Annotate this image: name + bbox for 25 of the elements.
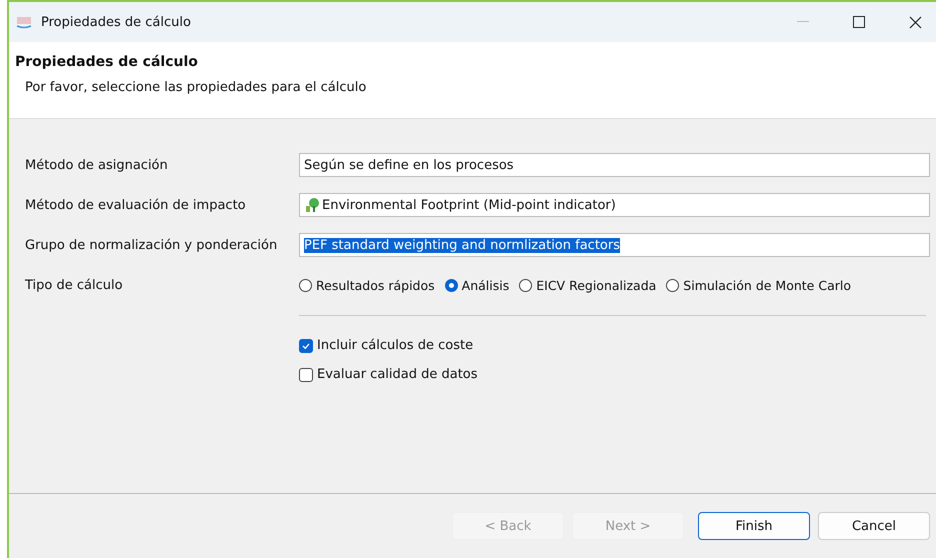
- field-value: PEF standard weighting and normlization factors: [304, 238, 620, 252]
- dialog-button[interactable]: Cancel: [818, 512, 930, 540]
- input-field[interactable]: Según se define en los procesos: [299, 153, 930, 177]
- input-field[interactable]: Environmental Footprint (Mid-point indicator): [299, 193, 930, 217]
- field-value: Según se define en los procesos: [304, 158, 514, 172]
- field-label: Método de evaluación de impacto: [25, 198, 247, 212]
- field-label: Tipo de cálculo: [25, 278, 124, 292]
- window-title: Propiedades de cálculo: [41, 14, 191, 30]
- tree-icon: [304, 197, 320, 213]
- checkbox-option[interactable]: Evaluar calidad de datos: [299, 367, 926, 382]
- field-label: Grupo de normalización y ponderación: [25, 238, 278, 252]
- input-field[interactable]: PEF standard weighting and normlization factors: [299, 233, 930, 257]
- radio-option[interactable]: Análisis: [444, 278, 510, 292]
- app-logo-icon: [15, 15, 33, 29]
- maximize-icon[interactable]: [853, 16, 865, 28]
- page-description: Por favor, seleccione las propiedades para el cálculo: [25, 80, 368, 95]
- radio-option[interactable]: Resultados rápidos: [299, 278, 435, 292]
- radio-option[interactable]: Simulación de Monte Carlo: [666, 278, 851, 292]
- field-label: Método de asignación: [25, 158, 169, 172]
- page-title: Propiedades de cálculo: [15, 54, 199, 70]
- radio-option[interactable]: EICV Regionalizada: [519, 278, 656, 292]
- dialog-button[interactable]: Finish: [698, 512, 810, 540]
- field-value: Environmental Footprint (Mid-point indicator): [322, 198, 616, 212]
- close-icon[interactable]: [909, 16, 922, 28]
- checkbox-option[interactable]: Incluir cálculos de coste: [299, 338, 926, 353]
